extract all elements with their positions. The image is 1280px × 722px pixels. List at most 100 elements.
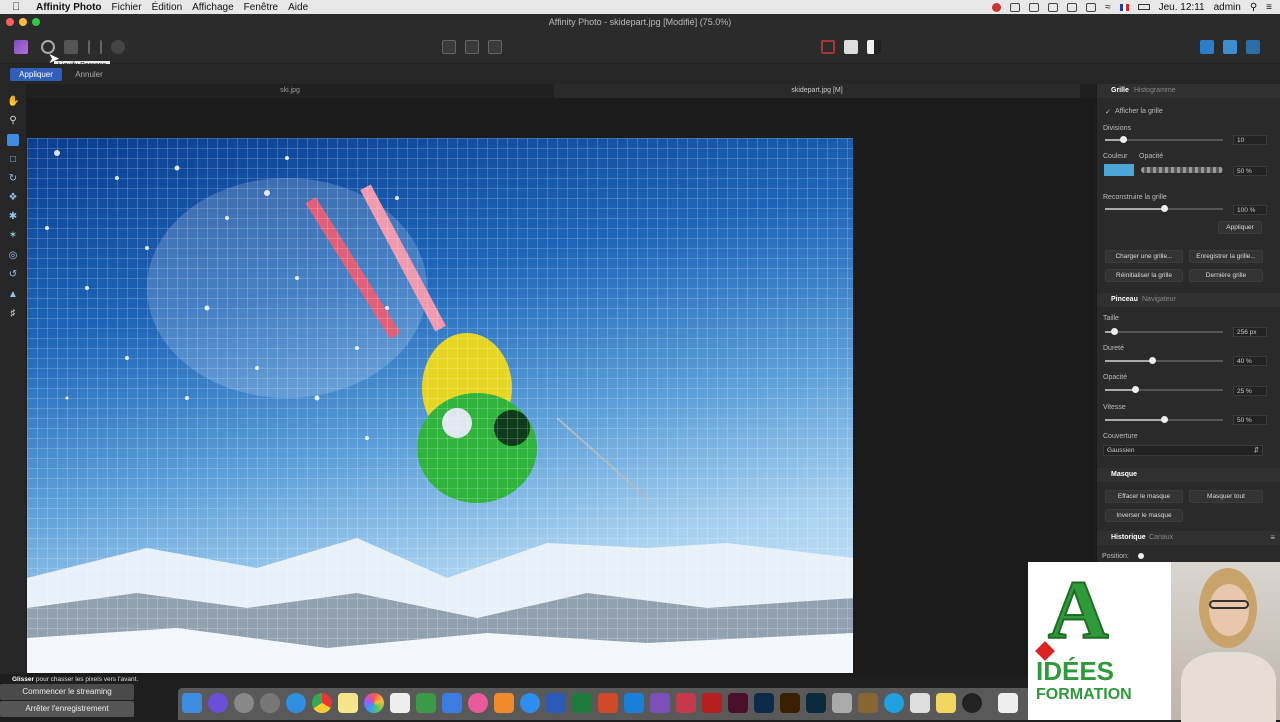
affinity-photo-icon[interactable] [650,693,670,713]
brush-opacity-input[interactable]: 25 % [1233,386,1267,396]
studio-icon-3[interactable] [1246,40,1260,54]
skype-icon[interactable] [884,693,904,713]
hand-tool-icon[interactable]: ✋ [7,96,19,108]
username[interactable]: admin [1214,2,1241,13]
launchpad-icon[interactable] [234,693,254,713]
affinity-publisher-icon[interactable] [676,693,696,713]
record-icon[interactable] [992,2,1002,12]
grid-icon-3[interactable] [488,40,502,54]
grid-icon-1[interactable] [442,40,456,54]
photos-icon[interactable] [364,693,384,713]
tonemap-persona-icon[interactable] [88,40,102,54]
last-grid-button[interactable]: Dernière grille [1189,269,1263,282]
apply-rebuild-button[interactable]: Appliquer [1218,221,1262,234]
word-icon[interactable] [546,693,566,713]
grid-opacity-slider[interactable] [1141,167,1223,173]
hardness-knob[interactable] [1149,357,1157,364]
illustrator-icon[interactable] [780,693,800,713]
excel-icon[interactable] [572,693,592,713]
tab-grille[interactable]: Grille [1111,87,1129,94]
spotlight-icon[interactable]: ⚲ [1250,2,1257,13]
zoom-window-icon[interactable] [32,18,40,26]
itunes-icon[interactable] [468,693,488,713]
divisions-slider[interactable] [1105,136,1223,143]
grid-color-swatch[interactable] [1104,164,1134,176]
brush-size-slider[interactable] [1105,328,1223,335]
start-streaming-button[interactable]: Commencer le streaming [0,684,134,700]
mesh-tool-icon[interactable]: ♯ [7,308,19,320]
menu-fenetre[interactable]: Fenêtre [244,2,278,13]
freeze-tool-icon[interactable]: ↺ [7,269,19,281]
dropbox-icon[interactable] [1010,2,1021,12]
clear-mask-button[interactable]: Effacer le masque [1105,490,1183,503]
show-grid-checkbox[interactable]: ✓ [1105,108,1111,116]
wifi-icon[interactable]: ≈ [1105,2,1111,13]
export-persona-icon[interactable] [111,40,125,54]
rebuild-grid-slider[interactable] [1105,205,1223,212]
turbulence-tool-icon[interactable]: ✶ [7,230,19,242]
reconstruct-tool-icon[interactable]: ◎ [7,250,19,262]
grid-icon-2[interactable] [465,40,479,54]
speed-slider[interactable] [1105,416,1223,423]
menu-app-name[interactable]: Affinity Photo [36,2,102,13]
save-grid-button[interactable]: Enregistrer la grille... [1189,250,1263,263]
close-window-icon[interactable] [6,18,14,26]
mask-all-button[interactable]: Masquer tout [1189,490,1263,503]
rebuild-slider-knob[interactable] [1161,205,1168,212]
brush-size-knob[interactable] [1111,328,1119,335]
preview-icon[interactable] [390,693,410,713]
siri-icon[interactable] [208,693,228,713]
chrome-icon[interactable] [312,693,332,713]
obs-icon[interactable] [962,693,982,713]
affinity-designer-icon[interactable] [624,693,644,713]
studio-icon-1[interactable] [1200,40,1214,54]
mask-red-icon[interactable] [821,40,835,54]
battery-icon[interactable] [1137,4,1150,10]
tab-canaux[interactable]: Canaux [1149,534,1173,541]
flag-icon[interactable] [1119,3,1129,11]
display-icon[interactable] [1048,2,1059,12]
screenshot-icon[interactable] [832,693,852,713]
system-prefs-icon[interactable] [260,693,280,713]
powerpoint-icon[interactable] [598,693,618,713]
tab-historique[interactable]: Historique [1111,534,1146,541]
sync-icon[interactable] [1067,2,1078,12]
photo-persona-icon[interactable] [14,40,28,54]
brush-opacity-slider[interactable] [1105,386,1223,393]
notifications-icon[interactable]: ≡ [1266,2,1272,13]
reset-grid-button[interactable]: Réinitialiser la grille [1105,269,1183,282]
speed-knob[interactable] [1161,416,1168,423]
coverage-select[interactable]: Gaussien ⇵ [1103,445,1263,456]
apple-icon[interactable]:  [12,1,26,13]
mask-white-icon[interactable] [844,40,858,54]
keynote-icon[interactable] [442,693,462,713]
brush-opacity-knob[interactable] [1131,386,1139,393]
status-icon[interactable] [1029,2,1040,12]
hardness-input[interactable]: 40 % [1233,356,1267,366]
lightroom-icon[interactable] [806,693,826,713]
stop-recording-button[interactable]: Arrêter l'enregistrement [0,701,134,717]
numbers-icon[interactable] [416,693,436,713]
grid-opacity-input[interactable]: 50 % [1233,166,1267,176]
photoshop-icon[interactable] [754,693,774,713]
divisions-input[interactable]: 10 [1233,135,1267,145]
divisions-slider-knob[interactable] [1119,136,1127,143]
pinch-tool-icon[interactable]: ❖ [7,192,19,204]
develop-persona-icon[interactable] [64,40,78,54]
tab-pinceau[interactable]: Pinceau [1111,296,1138,303]
timemachine-icon[interactable] [1086,2,1097,12]
scripts-icon[interactable] [858,693,878,713]
thaw-tool-icon[interactable]: ▲ [7,289,19,301]
rebuild-grid-input[interactable]: 100 % [1233,205,1267,215]
menu-fichier[interactable]: Fichier [112,2,142,13]
history-position-knob[interactable] [1138,553,1144,559]
minimize-window-icon[interactable] [19,18,27,26]
brush-size-input[interactable]: 256 px [1233,327,1267,337]
word-doc-icon[interactable] [998,693,1018,713]
push-left-tool-icon[interactable]: □ [7,154,19,166]
skier-photo[interactable] [27,138,853,673]
hardness-slider[interactable] [1105,357,1223,364]
indesign-icon[interactable] [728,693,748,713]
cancel-button[interactable]: Annuler [64,68,114,81]
notes-icon[interactable] [338,693,358,713]
